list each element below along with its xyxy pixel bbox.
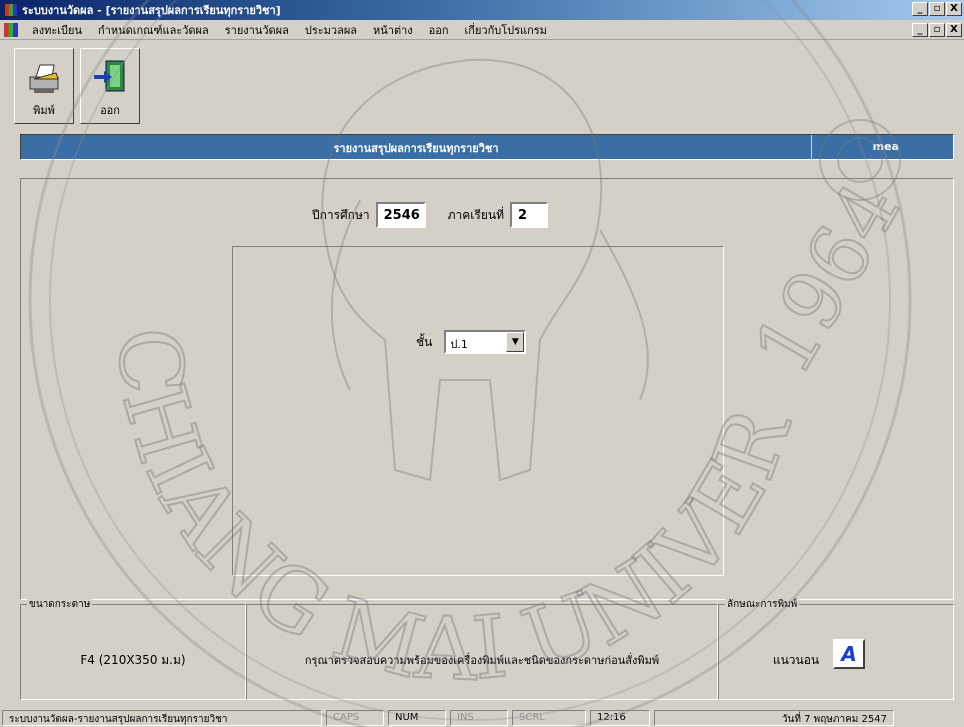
paper-size-title: ขนาดกระดาษ bbox=[27, 597, 93, 612]
grade-label: ชั้น bbox=[416, 334, 433, 349]
year-label: ปีการศึกษา bbox=[312, 207, 370, 222]
child-close-button[interactable]: X bbox=[946, 23, 962, 37]
minimize-button[interactable]: _ bbox=[912, 2, 928, 16]
menu-about[interactable]: เกี่ยวกับโปรแกรม bbox=[457, 21, 555, 39]
printer-icon bbox=[29, 64, 59, 93]
document-icon[interactable] bbox=[4, 22, 18, 37]
print-label: พิมพ์ bbox=[33, 104, 55, 117]
term-row: ปีการศึกษา 2546 ภาคเรียนที่ 2 bbox=[312, 202, 548, 228]
report-header: รายงานสรุปผลการเรียนทุกรายวิชา mea bbox=[20, 134, 954, 160]
status-date: วันที่ 7 พฤษภาคม 2547 bbox=[654, 710, 894, 726]
app-icon bbox=[4, 3, 18, 17]
status-message: ระบบงานวัดผล-รายงานสรุปผลการเรียนทุกรายว… bbox=[2, 710, 322, 726]
ins-indicator: INS bbox=[450, 710, 508, 726]
window-title: ระบบงานวัดผล - [รายงานสรุปผลการเรียนทุกร… bbox=[22, 4, 281, 17]
menu-register[interactable]: ลงทะเบียน bbox=[24, 21, 90, 39]
user-name: mea bbox=[811, 135, 953, 159]
grade-row: ชั้น ป.1 ▼ bbox=[416, 330, 527, 354]
menu-reports[interactable]: รายงานวัดผล bbox=[217, 21, 297, 39]
window-titlebar: ระบบงานวัดผล - [รายงานสรุปผลการเรียนทุกร… bbox=[0, 0, 964, 20]
grade-select[interactable]: ป.1 ▼ bbox=[444, 330, 527, 354]
menu-window[interactable]: หน้าต่าง bbox=[365, 21, 421, 39]
print-style-group: ลักษณะการพิมพ์ แนวนอน A bbox=[718, 597, 954, 700]
semester-label: ภาคเรียนที่ bbox=[447, 207, 504, 222]
report-title: รายงานสรุปผลการเรียนทุกรายวิชา bbox=[333, 142, 499, 155]
grade-value: ป.1 bbox=[450, 338, 468, 351]
exit-label: ออก bbox=[100, 104, 120, 117]
notice-text: กรุณาตรวจสอบความพร้อมของเครื่องพิมพ์และช… bbox=[304, 654, 660, 667]
exit-button[interactable]: ออก bbox=[80, 48, 140, 124]
status-time: 12:16 bbox=[590, 710, 650, 726]
menu-exit[interactable]: ออก bbox=[421, 21, 457, 39]
year-input[interactable]: 2546 bbox=[375, 202, 426, 228]
semester-input[interactable]: 2 bbox=[509, 202, 548, 228]
toolbar: พิมพ์ ออก bbox=[14, 48, 140, 128]
menubar: ลงทะเบียน กำหนดเกณฑ์และวัดผล รายงานวัดผล… bbox=[0, 20, 964, 40]
paper-size-group: ขนาดกระดาษ F4 (210X350 ม.ม) bbox=[20, 597, 246, 700]
menu-process[interactable]: ประมวลผล bbox=[297, 21, 365, 39]
child-restore-button[interactable]: ▫ bbox=[929, 23, 945, 37]
statusbar: ระบบงานวัดผล-รายงานสรุปผลการเรียนทุกรายว… bbox=[0, 709, 964, 727]
orientation-a-icon[interactable]: A bbox=[833, 639, 865, 669]
grade-panel bbox=[232, 246, 724, 576]
print-style-value: แนวนอน bbox=[772, 653, 820, 667]
notice-group: กรุณาตรวจสอบความพร้อมของเครื่องพิมพ์และช… bbox=[246, 604, 718, 700]
restore-button[interactable]: ▫ bbox=[929, 2, 945, 16]
child-minimize-button[interactable]: _ bbox=[912, 23, 928, 37]
chevron-down-icon[interactable]: ▼ bbox=[506, 332, 525, 352]
print-button[interactable]: พิมพ์ bbox=[14, 48, 74, 124]
caps-indicator: CAPS bbox=[326, 710, 384, 726]
scrl-indicator: SCRL bbox=[512, 710, 586, 726]
print-style-title: ลักษณะการพิมพ์ bbox=[725, 597, 800, 612]
num-indicator: NUM bbox=[388, 710, 446, 726]
exit-door-icon bbox=[94, 60, 125, 92]
close-button[interactable]: X bbox=[946, 2, 962, 16]
menu-criteria[interactable]: กำหนดเกณฑ์และวัดผล bbox=[90, 21, 217, 39]
paper-size-value: F4 (210X350 ม.ม) bbox=[80, 653, 186, 667]
